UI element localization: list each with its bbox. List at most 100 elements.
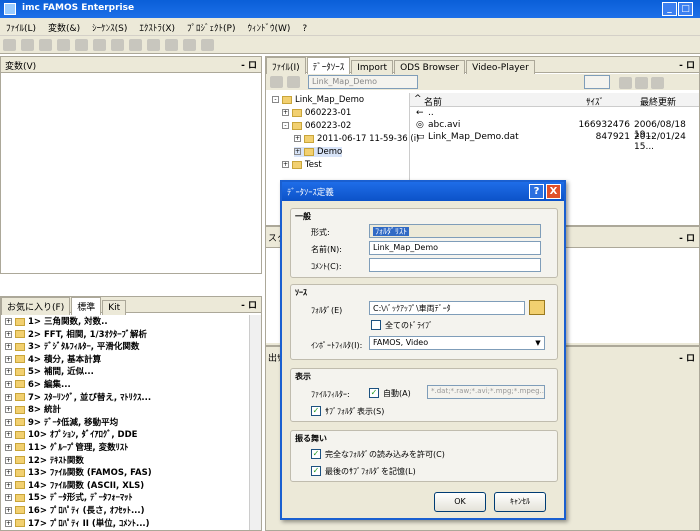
source-selector[interactable] [584,75,610,89]
list-item[interactable]: +1> 三角関数, 対数.. [1,316,249,329]
tab-kit[interactable]: Kit [102,300,127,315]
pane-pin-controls[interactable]: - ロ [241,58,257,71]
minimize-button[interactable]: _ [662,2,677,16]
chart-icon[interactable] [183,39,196,51]
menu-project[interactable]: ﾌﾟﾛｼﾞｪｸﾄ(P) [181,18,241,34]
auto-checkbox[interactable]: ✓ [369,388,379,398]
expand-icon[interactable]: + [5,506,12,514]
menu-file[interactable]: ﾌｧｲﾙ(L) [0,18,42,34]
folder-field[interactable]: C:\ﾊﾞｯｸｱｯﾌﾟ\車両ﾃﾞｰﾀ [369,301,525,315]
settings-icon[interactable] [201,39,214,51]
menu-extra[interactable]: ｴｸｽﾄﾗ(X) [133,18,181,34]
cut-icon[interactable] [57,39,70,51]
menu-window[interactable]: ｳｨﾝﾄﾞｳ(W) [242,18,297,34]
pane-pin-controls[interactable]: - ロ [679,58,695,71]
expand-icon[interactable]: + [5,443,12,451]
expand-icon[interactable]: + [5,393,12,401]
list-item[interactable]: +10> ｵﾌﾟｼｮﾝ, ﾀﾞｲｱﾛｸﾞ, DDE [1,429,249,442]
list-item[interactable]: +15> ﾃﾞｰﾀ形式, ﾃﾞｰﾀﾌｫｰﾏｯﾄ [1,492,249,505]
list-item[interactable]: +9> ﾃﾞｰﾀ低減, 移動平均 [1,417,249,430]
table-row[interactable]: ◎ abc.avi 166932476 2006/08/18 19... [410,119,699,140]
all-drives-checkbox[interactable] [371,320,381,330]
menu-sequence[interactable]: ｼｰｹﾝｽ(S) [86,18,133,34]
list-item[interactable]: +12> ﾃｷｽﾄ関数 [1,455,249,468]
table-row[interactable]: ←.. [410,107,699,119]
tab-video-player[interactable]: Video-Player [466,60,535,75]
help-button[interactable]: ? [529,184,544,199]
file-filter-pattern-field[interactable]: *.dat;*.raw;*.avi;*.mpg;*.mpeg... [427,385,545,399]
tab-import[interactable]: Import [351,60,394,75]
tree-node[interactable]: +2011-06-17 11-59-36 (i) [294,134,419,144]
expand-icon[interactable]: + [5,481,12,489]
list-item[interactable]: +3> ﾃﾞｼﾞﾀﾙﾌｨﾙﾀｰ, 平滑化関数 [1,341,249,354]
list-item[interactable]: +2> FFT, 相関, 1/3ｵｸﾀｰﾌﾞ解析 [1,329,249,342]
tree-node-selected[interactable]: + Demo [294,147,343,157]
tab-favorites[interactable]: お気に入り(F) [1,297,71,315]
expand-icon[interactable]: + [5,431,12,439]
expand-icon[interactable]: + [5,318,12,325]
favorites-scrollbar[interactable] [249,315,261,530]
maximize-button[interactable]: □ [678,2,693,16]
list-item[interactable]: +14> ﾌｧｲﾙ関数 (ASCII, XLS) [1,480,249,493]
open-icon[interactable] [21,39,34,51]
tree-node[interactable]: +060223-01 [282,108,351,118]
name-field[interactable]: Link_Map_Demo [369,241,541,255]
tree-node[interactable]: + Test [282,160,322,170]
tree-node-root[interactable]: - Link_Map_Demo [272,95,364,105]
list-item[interactable]: +4> 積分, 基本計算 [1,354,249,367]
nav-back-icon[interactable] [619,77,632,89]
show-subfolders-checkbox[interactable]: ✓ [311,406,321,416]
pane-pin-controls[interactable]: - ロ [679,231,695,244]
refresh-icon[interactable] [651,77,664,89]
save-icon[interactable] [39,39,52,51]
stop-icon[interactable] [165,39,178,51]
list-item[interactable]: +16> ﾌﾟﾛﾊﾟﾃｨ (長さ, ｵﾌｾｯﾄ...) [1,505,249,518]
menu-help[interactable]: ? [296,21,313,34]
list-item[interactable]: +6> 編集... [1,379,249,392]
list-item[interactable]: +11> ｸﾞﾙｰﾌﾟ管理, 変数ﾘｽﾄ [1,442,249,455]
copy-icon[interactable] [75,39,88,51]
expand-icon[interactable]: + [5,406,12,414]
source-field[interactable]: Link_Map_Demo [308,75,418,89]
expand-icon[interactable]: + [5,456,12,464]
paste-icon[interactable] [93,39,106,51]
browse-folder-icon[interactable] [529,300,545,315]
close-button[interactable]: X [546,184,561,199]
tab-data-source[interactable]: ﾃﾞｰﾀｿｰｽ [306,57,351,75]
tree-node[interactable]: -060223-02 [282,121,351,131]
expand-icon[interactable]: + [5,368,12,376]
pane-pin-controls[interactable]: - ロ [241,298,257,311]
ok-button[interactable]: OK [434,492,486,512]
remember-subfolder-checkbox[interactable]: ✓ [311,466,321,476]
tab-ods-browser[interactable]: ODS Browser [394,60,466,75]
comment-field[interactable] [369,258,541,272]
expand-icon[interactable]: + [5,418,12,426]
pane-pin-controls[interactable]: - ロ [679,351,695,364]
chevron-down-icon[interactable]: ▼ [532,337,544,349]
expand-icon[interactable]: + [5,355,12,363]
edit-source-icon[interactable] [287,76,300,88]
allow-full-load-checkbox[interactable]: ✓ [311,449,321,459]
tab-standard[interactable]: 標準 [71,297,102,315]
expand-icon[interactable]: + [5,519,12,527]
run-icon[interactable] [147,39,160,51]
menu-variables[interactable]: 変数(&) [42,18,86,34]
undo-icon[interactable] [111,39,124,51]
expand-icon[interactable]: + [5,494,12,502]
expand-icon[interactable]: + [5,343,12,351]
expand-icon[interactable]: + [5,330,12,338]
cancel-button[interactable]: ｷｬﾝｾﾙ [494,492,546,512]
import-filter-select[interactable]: FAMOS, Video [369,336,545,350]
add-source-icon[interactable] [270,76,283,88]
list-item[interactable]: +17> ﾌﾟﾛﾊﾟﾃｨ II (単位, ｺﾒﾝﾄ...) [1,518,249,531]
tab-file[interactable]: ﾌｧｲﾙ(I) [266,57,306,75]
list-item[interactable]: +8> 統計 [1,404,249,417]
table-row[interactable]: ▭ Link_Map_Demo.dat 847921 2012/01/24 15... [410,131,699,152]
nav-forward-icon[interactable] [635,77,648,89]
list-item[interactable]: +13> ﾌｧｲﾙ関数 (FAMOS, FAS) [1,467,249,480]
list-item[interactable]: +5> 補間, 近似... [1,366,249,379]
expand-icon[interactable]: + [5,380,12,388]
expand-icon[interactable]: + [5,469,12,477]
list-item[interactable]: +7> ｽﾀｰﾘﾝｸﾞ, 並び替え, ﾏﾄﾘｸｽ... [1,392,249,405]
new-icon[interactable] [3,39,16,51]
